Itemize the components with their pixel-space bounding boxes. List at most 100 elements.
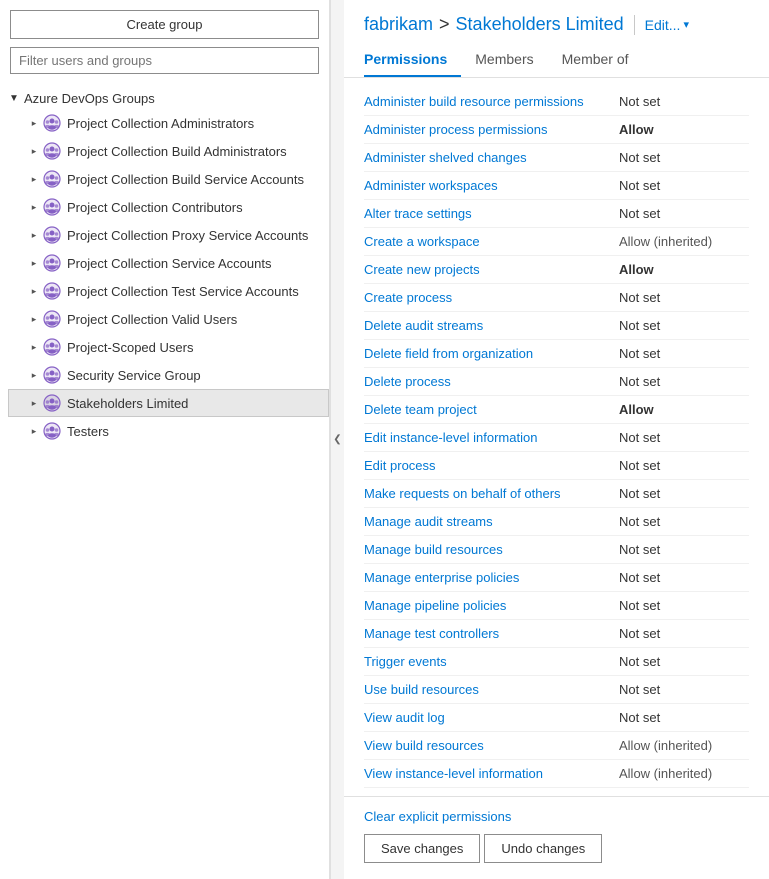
tree-item-label: Project Collection Build Service Account… [67,172,304,187]
perm-row: Manage pipeline policiesNot set [364,592,749,620]
edit-chevron-icon: ▾ [683,18,689,31]
tree-item-pcsa[interactable]: ▸ Project Collection Service Accounts [8,249,329,277]
perm-value: Not set [619,178,749,193]
perm-name[interactable]: Manage build resources [364,542,619,557]
perm-name[interactable]: Edit instance-level information [364,430,619,445]
perm-name[interactable]: Delete process [364,374,619,389]
perm-value: Allow (inherited) [619,766,749,781]
edit-button[interactable]: Edit... ▾ [645,17,689,33]
tree-item-test[interactable]: ▸ Testers [8,417,329,445]
perm-name[interactable]: Create new projects [364,262,619,277]
tree-item-pctsa[interactable]: ▸ Project Collection Test Service Accoun… [8,277,329,305]
perm-value: Not set [619,654,749,669]
tree-item-pcpsa[interactable]: ▸ Project Collection Proxy Service Accou… [8,221,329,249]
tree-item-label: Testers [67,424,109,439]
tree-item-pcvu[interactable]: ▸ Project Collection Valid Users [8,305,329,333]
clear-permissions-link[interactable]: Clear explicit permissions [364,809,511,824]
tab-memberof[interactable]: Member of [562,45,643,77]
group-icon [43,226,61,244]
tree-item-sl[interactable]: ▸ Stakeholders Limited [8,389,329,417]
collapse-handle[interactable]: ❮ [330,0,344,879]
breadcrumb-parent[interactable]: fabrikam [364,14,433,35]
perm-value: Allow [619,402,749,417]
perm-name[interactable]: Manage enterprise policies [364,570,619,585]
tab-members[interactable]: Members [475,45,547,77]
group-icon [43,394,61,412]
perm-name[interactable]: Trigger events [364,654,619,669]
group-icon [43,254,61,272]
perm-name[interactable]: Administer workspaces [364,178,619,193]
perm-name[interactable]: Delete field from organization [364,346,619,361]
create-group-button[interactable]: Create group [10,10,319,39]
tree-item-label: Security Service Group [67,368,201,383]
filter-input[interactable] [10,47,319,74]
right-panel: fabrikam > Stakeholders Limited Edit... … [344,0,769,879]
tabs-row: Permissions Members Member of [364,45,749,77]
tab-permissions[interactable]: Permissions [364,45,461,77]
group-icon [43,142,61,160]
perm-value: Not set [619,206,749,221]
perm-value: Not set [619,570,749,585]
perm-row: Alter trace settingsNot set [364,200,749,228]
tree-group-header[interactable]: ▼ Azure DevOps Groups [0,88,329,109]
breadcrumb-separator: > [439,14,450,35]
perm-row: Edit processNot set [364,452,749,480]
perm-name[interactable]: Administer process permissions [364,122,619,137]
perm-row: Administer workspacesNot set [364,172,749,200]
perm-name[interactable]: Create a workspace [364,234,619,249]
item-chevron-icon: ▸ [29,342,39,352]
tree-item-label: Stakeholders Limited [67,396,188,411]
perm-value: Not set [619,458,749,473]
perm-name[interactable]: Use build resources [364,682,619,697]
item-chevron-icon: ▸ [29,146,39,156]
item-chevron-icon: ▸ [29,398,39,408]
perm-row: Delete field from organizationNot set [364,340,749,368]
perm-name[interactable]: Delete team project [364,402,619,417]
perm-name[interactable]: View build resources [364,738,619,753]
tree-item-pca[interactable]: ▸ Project Collection Administrators [8,109,329,137]
perm-value: Not set [619,318,749,333]
perm-value: Not set [619,290,749,305]
permissions-area: Administer build resource permissions Not… [344,78,769,796]
perm-name[interactable]: Administer build resource permissions [364,94,619,109]
perm-name[interactable]: Delete audit streams [364,318,619,333]
perm-name[interactable]: Manage test controllers [364,626,619,641]
breadcrumb-current[interactable]: Stakeholders Limited [456,14,624,35]
perm-name[interactable]: Edit process [364,458,619,473]
perm-row: Delete audit streamsNot set [364,312,749,340]
perm-value: Not set [619,486,749,501]
perm-name[interactable]: Administer shelved changes [364,150,619,165]
perm-row: Create a workspaceAllow (inherited) [364,228,749,256]
right-header: fabrikam > Stakeholders Limited Edit... … [344,0,769,78]
perm-name[interactable]: Alter trace settings [364,206,619,221]
tree-section: ▼ Azure DevOps Groups ▸ Project Collecti… [0,84,329,879]
tree-item-pcbsa[interactable]: ▸ Project Collection Build Service Accou… [8,165,329,193]
save-changes-button[interactable]: Save changes [364,834,480,863]
perm-name[interactable]: View instance-level information [364,766,619,781]
footer-area: Clear explicit permissions Save changes … [344,796,769,879]
perm-name[interactable]: Create process [364,290,619,305]
perm-row: Delete team projectAllow [364,396,749,424]
tree-item-psu[interactable]: ▸ Project-Scoped Users [8,333,329,361]
perm-row: Create new projectsAllow [364,256,749,284]
tree-item-label: Project Collection Contributors [67,200,243,215]
perm-value: Not set [619,150,749,165]
perm-row: Create processNot set [364,284,749,312]
undo-changes-button[interactable]: Undo changes [484,834,602,863]
perm-value: Allow (inherited) [619,234,749,249]
tree-item-pcc[interactable]: ▸ Project Collection Contributors [8,193,329,221]
perm-row: View instance-level informationAllow (in… [364,760,749,788]
perm-name[interactable]: Manage pipeline policies [364,598,619,613]
perm-row: Manage build resourcesNot set [364,536,749,564]
perm-name[interactable]: Manage audit streams [364,514,619,529]
perm-name[interactable]: Make requests on behalf of others [364,486,619,501]
tree-item-label: Project Collection Build Administrators [67,144,287,159]
perm-row: View build resourcesAllow (inherited) [364,732,749,760]
tree-item-pcba[interactable]: ▸ Project Collection Build Administrator… [8,137,329,165]
group-icon [43,170,61,188]
tree-item-ssg[interactable]: ▸ Security Service Group [8,361,329,389]
breadcrumb-row: fabrikam > Stakeholders Limited Edit... … [364,14,749,35]
perm-value: Not set [619,542,749,557]
perm-name[interactable]: View audit log [364,710,619,725]
tree-item-label: Project Collection Valid Users [67,312,237,327]
